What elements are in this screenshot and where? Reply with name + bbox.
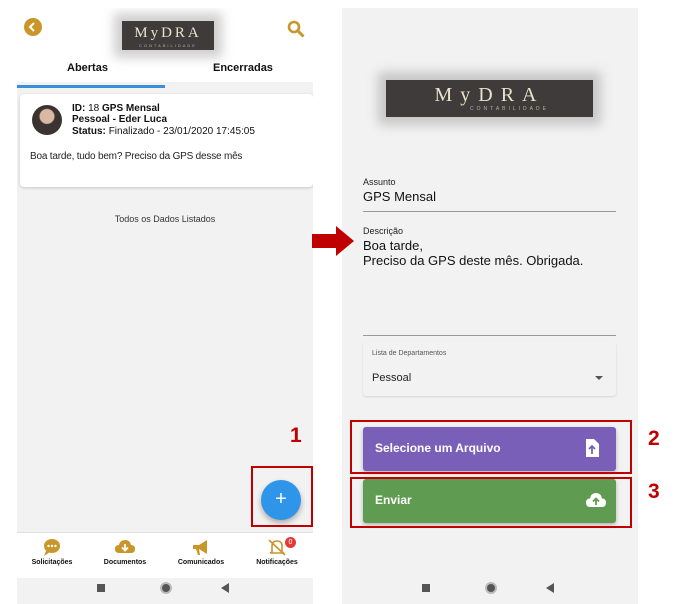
ticket-status-line: Status: Finalizado - 23/01/2020 17:45:05 — [72, 126, 255, 137]
mydra-logo-large: MyDRA CONTABILIDADE — [386, 80, 593, 117]
ticket-department: Pessoal - Eder Luca — [72, 114, 168, 125]
ticket-status-value: Finalizado - 23/01/2020 17:45:05 — [108, 126, 255, 137]
red-arrow-icon — [312, 226, 354, 256]
annotation-box-fab — [251, 466, 313, 527]
annotation-number-1: 1 — [290, 424, 302, 447]
logo-subtext-large: CONTABILIDADE — [470, 106, 549, 112]
system-back-icon-right[interactable] — [546, 583, 554, 593]
back-arrow-glyph — [28, 22, 35, 32]
nav-label-documentos: Documentos — [103, 559, 147, 566]
ticket-id-line: ID: 18 GPS Mensal — [72, 103, 160, 114]
android-system-bar — [17, 578, 313, 604]
annotation-number-3: 3 — [648, 480, 660, 503]
avatar — [32, 105, 62, 135]
assunto-label: Assunto — [363, 177, 396, 187]
departamentos-select[interactable]: Lista de Departamentos Pessoal — [363, 341, 616, 396]
nav-item-solicitacoes[interactable]: Solicitações — [17, 537, 87, 566]
nav-label-solicitacoes: Solicitações — [31, 559, 73, 566]
departamentos-label: Lista de Departamentos — [372, 350, 447, 357]
nav-item-documentos[interactable]: Documentos — [90, 537, 160, 566]
assunto-underline — [363, 211, 616, 212]
ticket-title: GPS Mensal — [102, 103, 160, 114]
chat-bubble-icon — [44, 539, 60, 556]
ticket-status-label: Status: — [72, 126, 106, 137]
dropdown-caret-icon — [595, 376, 603, 380]
logo-subtext: CONTABILIDADE — [139, 43, 197, 48]
system-back-icon[interactable] — [221, 583, 229, 593]
descricao-input-line-1[interactable]: Boa tarde, — [363, 238, 423, 253]
android-system-bar-right — [342, 578, 638, 604]
logo-text: MyDRA — [134, 25, 202, 41]
cloud-download-icon — [115, 540, 135, 553]
nav-item-comunicados[interactable]: Comunicados — [166, 537, 236, 566]
descricao-label: Descrição — [363, 226, 404, 236]
assunto-input[interactable]: GPS Mensal — [363, 189, 436, 204]
recent-apps-icon[interactable] — [97, 584, 105, 592]
recent-apps-icon-right[interactable] — [422, 584, 430, 592]
nav-label-comunicados: Comunicados — [177, 559, 225, 566]
app-header: MyDRA CONTABILIDADE Abertas Encerradas — [17, 8, 313, 82]
back-arrow-icon[interactable] — [24, 18, 42, 36]
descricao-input-line-2[interactable]: Preciso da GPS deste mês. Obrigada. — [363, 253, 583, 268]
departamentos-value: Pessoal — [372, 372, 412, 384]
logo-text-large: MyDRA — [434, 84, 545, 106]
annotation-box-select-file — [350, 420, 632, 474]
nav-label-notificacoes: Notificações — [256, 559, 298, 566]
active-tab-indicator — [17, 85, 165, 88]
nav-item-notificacoes[interactable]: 0 Notificações — [242, 537, 312, 566]
megaphone-icon — [193, 540, 207, 555]
notification-count-badge: 0 — [285, 537, 296, 548]
list-footer-text: Todos os Dados Listados — [114, 214, 216, 224]
ticket-id-value: 18 — [88, 103, 100, 114]
bottom-navigation: Solicitações Documentos Comunicados 0 No… — [17, 532, 313, 578]
ticket-message: Boa tarde, tudo bem? Preciso da GPS dess… — [30, 151, 243, 162]
home-icon[interactable] — [160, 582, 172, 594]
tab-bar: Abertas Encerradas — [17, 58, 313, 82]
annotation-number-2: 2 — [648, 427, 660, 450]
search-icon[interactable] — [287, 20, 305, 38]
descricao-underline — [363, 335, 616, 336]
tab-abertas[interactable]: Abertas — [67, 62, 108, 74]
tab-encerradas[interactable]: Encerradas — [213, 62, 273, 74]
mydra-logo: MyDRA CONTABILIDADE — [122, 21, 214, 50]
ticket-id-label: ID: — [72, 103, 86, 114]
home-icon-right[interactable] — [485, 582, 497, 594]
ticket-card[interactable]: ID: 18 GPS Mensal Pessoal - Eder Luca St… — [20, 94, 313, 187]
annotation-box-send — [350, 477, 632, 528]
